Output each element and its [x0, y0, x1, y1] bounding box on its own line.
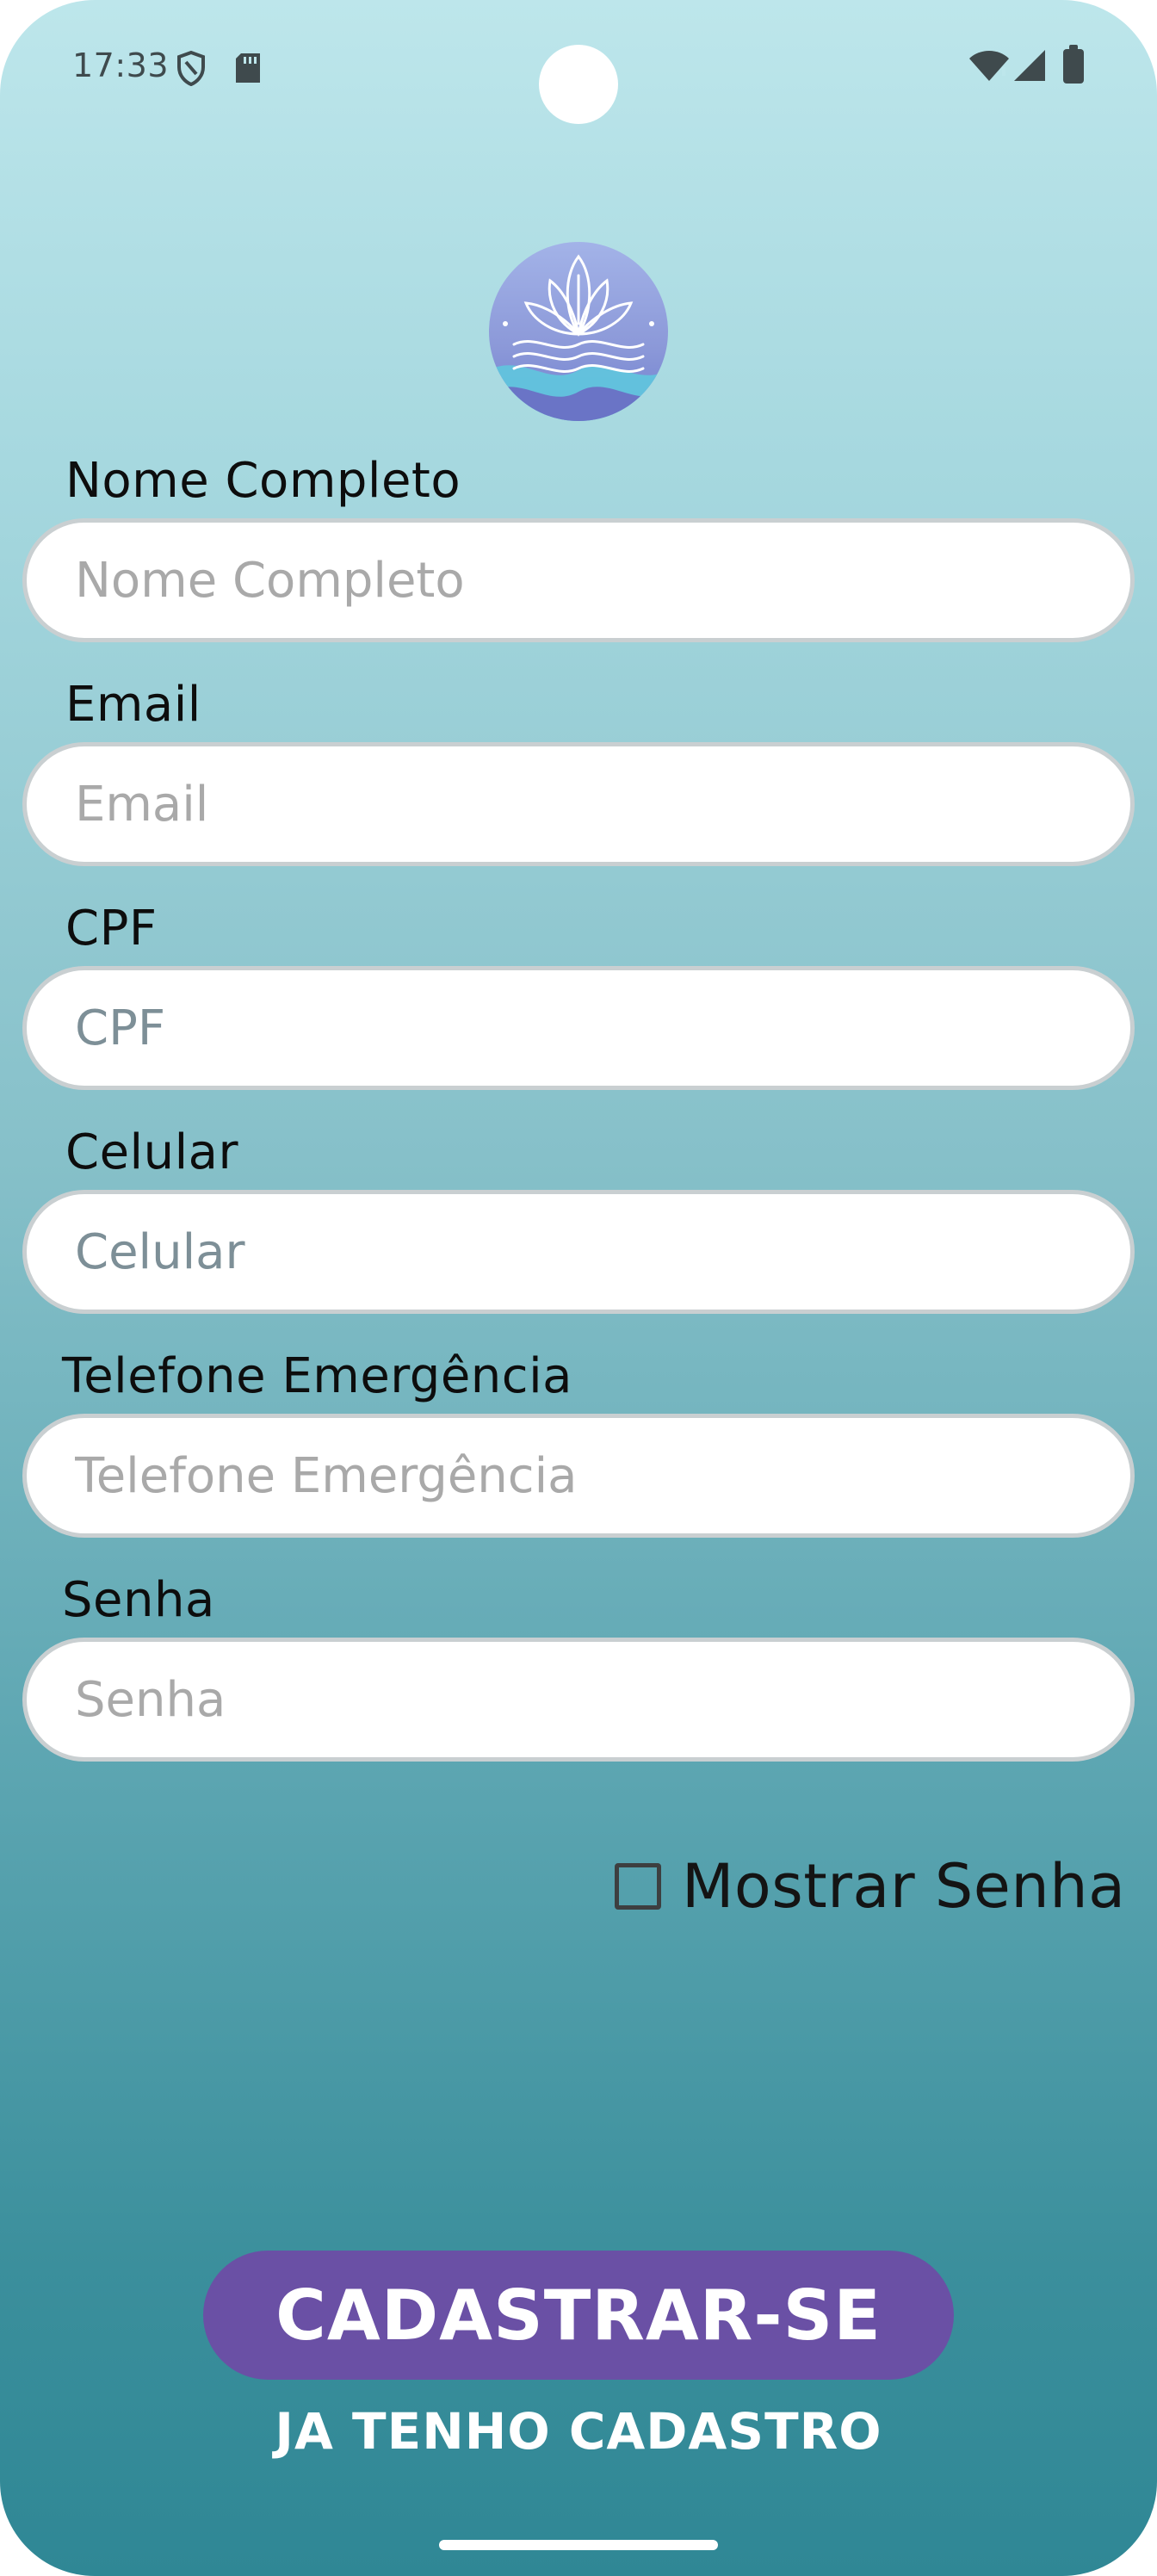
already-registered-link[interactable]: JA TENHO CADASTRO — [0, 2402, 1157, 2461]
label-password: Senha — [62, 1572, 215, 1628]
status-time: 17:33 — [72, 46, 170, 84]
full-name-input[interactable] — [22, 518, 1135, 642]
lotus-logo — [489, 242, 668, 421]
label-full-name: Nome Completo — [65, 453, 461, 509]
home-indicator[interactable] — [439, 2540, 718, 2550]
show-password-toggle[interactable]: Mostrar Senha — [615, 1851, 1125, 1922]
show-password-checkbox[interactable] — [615, 1863, 661, 1910]
cellphone-input[interactable] — [22, 1190, 1135, 1314]
emergency-phone-input[interactable] — [22, 1414, 1135, 1538]
label-emergency-phone: Telefone Emergência — [62, 1348, 572, 1404]
register-button[interactable]: CADASTRAR-SE — [203, 2251, 954, 2380]
cpf-input[interactable] — [22, 966, 1135, 1090]
show-password-label: Mostrar Senha — [682, 1851, 1126, 1922]
label-cellphone: Celular — [65, 1124, 239, 1180]
label-email: Email — [65, 677, 201, 733]
signup-screen: 17:33 Nome Completo Nome Completo Email … — [0, 0, 1157, 2576]
shield-icon — [177, 50, 205, 86]
email-input[interactable] — [22, 742, 1135, 866]
password-input[interactable] — [22, 1638, 1135, 1762]
front-camera — [539, 45, 618, 124]
label-cpf: CPF — [65, 901, 158, 957]
wifi-icon — [969, 51, 1009, 81]
battery-icon — [1063, 45, 1084, 84]
signal-icon — [1014, 50, 1045, 81]
sd-card-icon — [236, 53, 260, 83]
